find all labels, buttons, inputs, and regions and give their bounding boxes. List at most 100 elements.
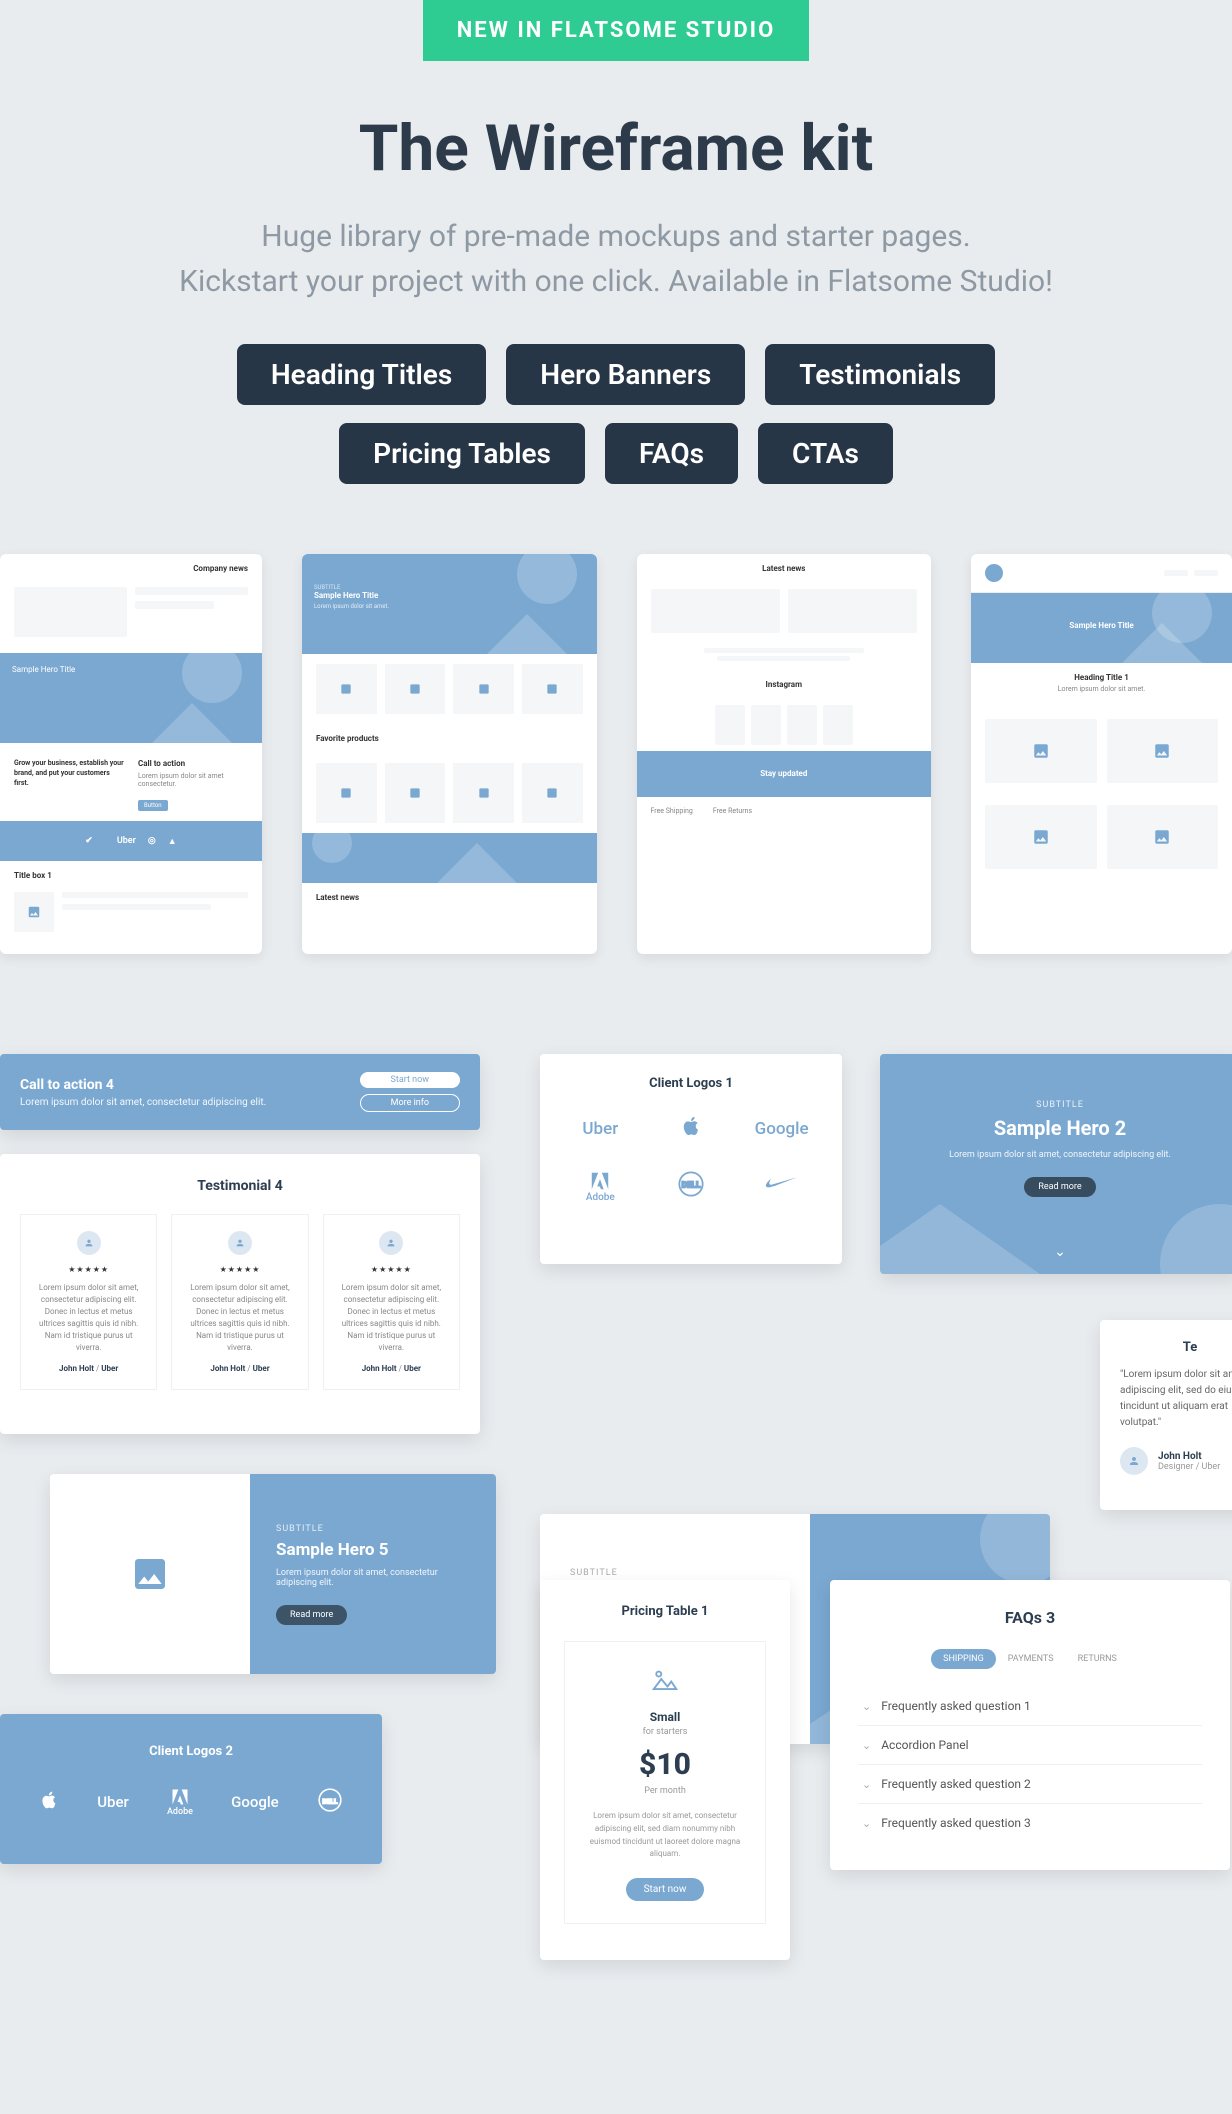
hero-image-placeholder	[50, 1474, 250, 1674]
tab-payments[interactable]: PAYMENTS	[996, 1649, 1066, 1669]
chevron-down-icon: ⌄	[862, 1739, 871, 1752]
tile-client-logos-1[interactable]: Client Logos 1 Uber Google Adobe DELL	[540, 1054, 842, 1264]
read-more-button[interactable]: Read more	[276, 1605, 347, 1625]
testimonial-card: ★★★★★ Lorem ipsum dolor sit amet, consec…	[171, 1214, 308, 1390]
section-label: Company news	[14, 564, 248, 573]
logo-strip: ✔Uber◎▲	[0, 821, 262, 861]
carousel-card-3[interactable]: Latest news Instagram Stay updated Free …	[637, 554, 932, 954]
logo-apple	[39, 1790, 59, 1814]
hero-title: Sample Hero 2	[900, 1116, 1220, 1140]
pill-pricing-tables[interactable]: Pricing Tables	[339, 423, 585, 484]
carousel-card-4[interactable]: Sample Hero Title Heading Title 1Lorem i…	[971, 554, 1232, 954]
tab-returns[interactable]: RETURNS	[1066, 1649, 1129, 1669]
category-pills: Heading Titles Hero Banners Testimonials	[0, 344, 1232, 405]
latest-label: Latest news	[651, 564, 918, 573]
faq-item[interactable]: ⌄Frequently asked question 3	[858, 1804, 1202, 1842]
pill-testimonials[interactable]: Testimonials	[765, 344, 995, 405]
hero-desc: Lorem ipsum dolor sit amet, consectetur …	[276, 1568, 470, 1588]
wireframe-hero: SUBTITLESample Hero TitleLorem ipsum dol…	[302, 554, 597, 654]
plan-period: Per month	[579, 1786, 751, 1796]
instagram-label: Instagram	[651, 680, 918, 689]
cta-desc: Lorem ipsum dolor sit amet, consectetur …	[20, 1097, 266, 1108]
banner-strip	[302, 833, 597, 883]
svg-text:DELL: DELL	[682, 1180, 701, 1190]
plan-icon	[579, 1664, 751, 1698]
tab-returns: Free Returns	[713, 807, 752, 815]
tile-title: Client Logos 2	[20, 1744, 362, 1759]
logo-uber: Uber	[582, 1119, 618, 1139]
tile-pricing-table-1[interactable]: Pricing Table 1 Small for starters $10 P…	[540, 1580, 790, 1960]
plan-for: for starters	[579, 1727, 751, 1737]
chevron-down-icon: ⌄	[862, 1778, 871, 1791]
wireframe-hero: Sample Hero Title	[0, 653, 262, 743]
carousel-card-1[interactable]: Company news Sample Hero Title Grow your…	[0, 554, 262, 954]
plan-desc: Lorem ipsum dolor sit amet, consectetur …	[579, 1810, 751, 1861]
page-subtitle: Huge library of pre-made mockups and sta…	[0, 214, 1232, 304]
tab-shipping: Free Shipping	[651, 807, 693, 815]
stay-updated-label: Stay updated	[760, 769, 807, 778]
chevron-down-icon: ⌄	[862, 1817, 871, 1830]
grow-text: Grow your business, establish your brand…	[14, 759, 124, 788]
faq-item[interactable]: ⌄Frequently asked question 2	[858, 1765, 1202, 1804]
tile-title: Client Logos 1	[562, 1076, 820, 1091]
subtitle: SUBTITLE	[570, 1568, 780, 1578]
tile-title: FAQs 3	[858, 1608, 1202, 1627]
carousel-card-2[interactable]: SUBTITLESample Hero TitleLorem ipsum dol…	[302, 554, 597, 954]
logo-google: Google	[231, 1793, 279, 1811]
heading-label: Heading Title 1	[985, 673, 1218, 682]
logo-uber: Uber	[97, 1793, 129, 1811]
hero-title: Sample Hero Title	[314, 591, 378, 600]
page-title: The Wireframe kit	[0, 111, 1232, 186]
pill-faqs[interactable]: FAQs	[605, 423, 738, 484]
logo-adobe: Adobe	[167, 1787, 193, 1817]
testimonial-card: ★★★★★ Lorem ipsum dolor sit amet, consec…	[323, 1214, 460, 1390]
start-now-button[interactable]: Start now	[360, 1072, 460, 1088]
more-info-button[interactable]: More info	[360, 1094, 460, 1112]
new-badge: NEW IN FLATSOME STUDIO	[423, 0, 810, 61]
author-name: John Holt	[1158, 1451, 1220, 1462]
tile-testimonial-cut[interactable]: Te "Lorem ipsum dolor sit amet, adipisci…	[1100, 1320, 1232, 1510]
testimonial-card: ★★★★★ Lorem ipsum dolor sit amet, consec…	[20, 1214, 157, 1390]
title-box-label: Title box 1	[14, 871, 248, 880]
pill-heading-titles[interactable]: Heading Titles	[237, 344, 486, 405]
tile-testimonial-4[interactable]: Testimonial 4 ★★★★★ Lorem ipsum dolor si…	[0, 1154, 480, 1434]
tile-title: Testimonial 4	[20, 1178, 460, 1194]
avatar-icon	[77, 1231, 101, 1255]
logo-nike	[765, 1176, 799, 1197]
pill-ctas[interactable]: CTAs	[758, 423, 893, 484]
plan-name: Small	[579, 1710, 751, 1724]
cta-label: Call to action	[138, 759, 248, 768]
plan-price: $10	[579, 1747, 751, 1782]
faq-item[interactable]: ⌄Accordion Panel	[858, 1726, 1202, 1765]
avatar-icon	[1120, 1447, 1148, 1475]
tile-client-logos-2[interactable]: Client Logos 2 Uber Adobe Google DELL	[0, 1714, 382, 1864]
hero-title: Sample Hero Title	[12, 665, 75, 674]
tile-sample-hero-2[interactable]: SUBTITLE Sample Hero 2 Lorem ipsum dolor…	[880, 1054, 1232, 1274]
chevron-down-icon: ⌄	[1054, 1244, 1066, 1260]
template-carousel: Company news Sample Hero Title Grow your…	[0, 554, 1232, 954]
tab-shipping[interactable]: SHIPPING	[931, 1649, 996, 1669]
icon-grid	[302, 654, 597, 724]
hero-desc: Lorem ipsum dolor sit amet, consectetur …	[900, 1150, 1220, 1160]
author-role: Designer / Uber	[1158, 1462, 1220, 1472]
pill-hero-banners[interactable]: Hero Banners	[506, 344, 745, 405]
start-now-button[interactable]: Start now	[626, 1878, 705, 1901]
logo-apple	[680, 1115, 702, 1142]
tile-faqs-3[interactable]: FAQs 3 SHIPPING PAYMENTS RETURNS ⌄Freque…	[830, 1580, 1230, 1870]
latest-label: Latest news	[316, 893, 583, 902]
logo-google: Google	[755, 1119, 809, 1139]
subtitle: SUBTITLE	[276, 1524, 470, 1534]
read-more-button[interactable]: Read more	[1024, 1177, 1095, 1197]
faq-item[interactable]: ⌄Frequently asked question 1	[858, 1687, 1202, 1726]
tile-sample-hero-5[interactable]: SUBTITLE Sample Hero 5 Lorem ipsum dolor…	[50, 1474, 496, 1674]
logo-dell: DELL	[677, 1170, 705, 1203]
mini-button: Button	[138, 800, 168, 811]
tile-cta-4[interactable]: Call to action 4 Lorem ipsum dolor sit a…	[0, 1054, 480, 1130]
cta-title: Call to action 4	[20, 1077, 266, 1093]
quote-text: "Lorem ipsum dolor sit amet, adipiscing …	[1120, 1367, 1232, 1431]
chevron-down-icon: ⌄	[862, 1700, 871, 1713]
svg-text:DELL: DELL	[322, 1797, 337, 1805]
tile-title: Te	[1120, 1340, 1232, 1355]
tile-title: Pricing Table 1	[564, 1604, 766, 1619]
subtitle: SUBTITLE	[900, 1100, 1220, 1110]
